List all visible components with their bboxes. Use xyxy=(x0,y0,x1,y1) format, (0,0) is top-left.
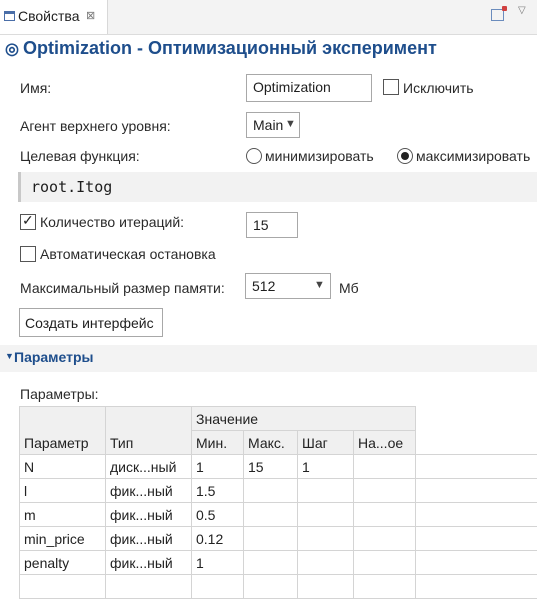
cell-empty xyxy=(243,574,298,599)
cell-filler xyxy=(415,454,537,479)
minimize-label: минимизировать xyxy=(265,148,374,164)
view-menu-icon[interactable]: ▽ xyxy=(518,5,526,16)
iterations-field[interactable]: 15 xyxy=(246,212,298,238)
title-text: Optimization - Оптимизационный экспериме… xyxy=(22,38,437,58)
cell-min[interactable]: 1 xyxy=(191,550,244,575)
exclude-checkbox[interactable] xyxy=(383,79,399,95)
autostop-label: Автоматическая остановка xyxy=(40,246,216,262)
iterations-label: Количество итераций: xyxy=(40,214,185,230)
cell-suggested[interactable] xyxy=(353,454,416,479)
exclude-label: Исключить xyxy=(403,80,474,96)
parameters-table: Параметр Тип Значение Мин. Макс. Шаг На.… xyxy=(19,406,537,599)
minimize-radio[interactable] xyxy=(246,148,262,164)
name-label: Имя: xyxy=(20,80,52,96)
cell-empty xyxy=(105,574,192,599)
cell-filler xyxy=(415,502,537,527)
cell-param: m xyxy=(19,502,106,527)
table-row[interactable]: l фик...ный 1.5 xyxy=(19,478,537,503)
cell-empty xyxy=(191,574,244,599)
experiment-icon: ◎ xyxy=(5,41,19,58)
cell-filler xyxy=(415,574,537,599)
maximize-radio[interactable] xyxy=(397,148,413,164)
cell-type[interactable]: фик...ный xyxy=(105,550,192,575)
cell-step[interactable] xyxy=(297,502,354,527)
table-row[interactable]: N диск...ный 1 15 1 xyxy=(19,454,537,479)
cell-type[interactable]: диск...ный xyxy=(105,454,192,479)
chevron-down-icon: ▼ xyxy=(314,279,325,291)
parameters-sublabel: Параметры: xyxy=(20,386,99,402)
page-title: ◎ Optimization - Оптимизационный эксперим… xyxy=(5,38,437,59)
cell-type[interactable]: фик...ный xyxy=(105,478,192,503)
cell-step[interactable] xyxy=(297,478,354,503)
table-row[interactable]: m фик...ный 0.5 xyxy=(19,502,537,527)
memory-value: 512 xyxy=(252,278,276,294)
chevron-down-icon: ▼ xyxy=(285,118,296,130)
cell-suggested[interactable] xyxy=(353,550,416,575)
memory-label: Максимальный размер памяти: xyxy=(20,280,225,296)
objective-label: Целевая функция: xyxy=(20,148,140,164)
cell-type[interactable]: фик...ный xyxy=(105,502,192,527)
table-header-row-1: Параметр Тип Значение xyxy=(19,406,537,455)
iterations-checkbox[interactable] xyxy=(20,212,36,230)
create-interface-button[interactable]: Создать интерфейс xyxy=(19,308,163,337)
column-header-type[interactable]: Тип xyxy=(105,406,192,455)
top-agent-value: Main xyxy=(253,117,284,133)
cell-empty xyxy=(19,574,106,599)
cell-empty xyxy=(353,574,416,599)
memory-select[interactable]: 512 ▼ xyxy=(245,273,331,299)
top-agent-select[interactable]: Main ▼ xyxy=(246,112,300,138)
view-tab-bar: Свойства ⊠ ▽ xyxy=(0,0,537,35)
cell-min[interactable]: 0.12 xyxy=(191,526,244,551)
memory-unit: Мб xyxy=(339,280,359,296)
cell-param: min_price xyxy=(19,526,106,551)
cell-step[interactable]: 1 xyxy=(297,454,354,479)
cell-suggested[interactable] xyxy=(353,502,416,527)
cell-max[interactable] xyxy=(243,526,298,551)
table-header-filler xyxy=(415,406,537,455)
name-field[interactable]: Optimization xyxy=(246,74,372,102)
cell-min[interactable]: 0.5 xyxy=(191,502,244,527)
new-window-icon[interactable] xyxy=(491,6,507,21)
objective-expression-editor[interactable]: root.Itog xyxy=(18,172,537,202)
column-header-min[interactable]: Мин. xyxy=(191,430,244,455)
collapse-arrow-icon: ▼ xyxy=(5,351,14,361)
close-icon[interactable]: ⊠ xyxy=(86,9,95,22)
maximize-label: максимизировать xyxy=(416,148,531,164)
column-header-max[interactable]: Макс. xyxy=(243,430,298,455)
cell-step[interactable] xyxy=(297,526,354,551)
parameters-section-title: Параметры xyxy=(14,349,94,365)
column-header-value-group: Значение xyxy=(191,406,416,431)
cell-filler xyxy=(415,478,537,503)
autostop-checkbox[interactable] xyxy=(20,246,36,262)
tab-label: Свойства xyxy=(18,8,80,24)
table-row[interactable]: min_price фик...ный 0.12 xyxy=(19,526,537,551)
column-header-suggested[interactable]: На...ое xyxy=(353,430,416,455)
cell-max[interactable] xyxy=(243,478,298,503)
cell-filler xyxy=(415,550,537,575)
cell-max[interactable] xyxy=(243,502,298,527)
properties-view-icon xyxy=(4,11,15,21)
cell-param: N xyxy=(19,454,106,479)
top-agent-label: Агент верхнего уровня: xyxy=(20,118,171,134)
cell-max[interactable] xyxy=(243,550,298,575)
cell-empty xyxy=(297,574,354,599)
cell-suggested[interactable] xyxy=(353,526,416,551)
cell-type[interactable]: фик...ный xyxy=(105,526,192,551)
cell-filler xyxy=(415,526,537,551)
cell-min[interactable]: 1 xyxy=(191,454,244,479)
parameters-section-header[interactable]: ▼ Параметры xyxy=(0,345,537,372)
column-header-param[interactable]: Параметр xyxy=(19,406,106,455)
parameters-table-container: Параметр Тип Значение Мин. Макс. Шаг На.… xyxy=(19,406,537,605)
cell-param: l xyxy=(19,478,106,503)
cell-max[interactable]: 15 xyxy=(243,454,298,479)
cell-suggested[interactable] xyxy=(353,478,416,503)
table-row-empty xyxy=(19,574,537,599)
cell-min[interactable]: 1.5 xyxy=(191,478,244,503)
tab-properties[interactable]: Свойства ⊠ xyxy=(0,0,108,34)
cell-step[interactable] xyxy=(297,550,354,575)
cell-param: penalty xyxy=(19,550,106,575)
column-header-step[interactable]: Шаг xyxy=(297,430,354,455)
table-row[interactable]: penalty фик...ный 1 xyxy=(19,550,537,575)
